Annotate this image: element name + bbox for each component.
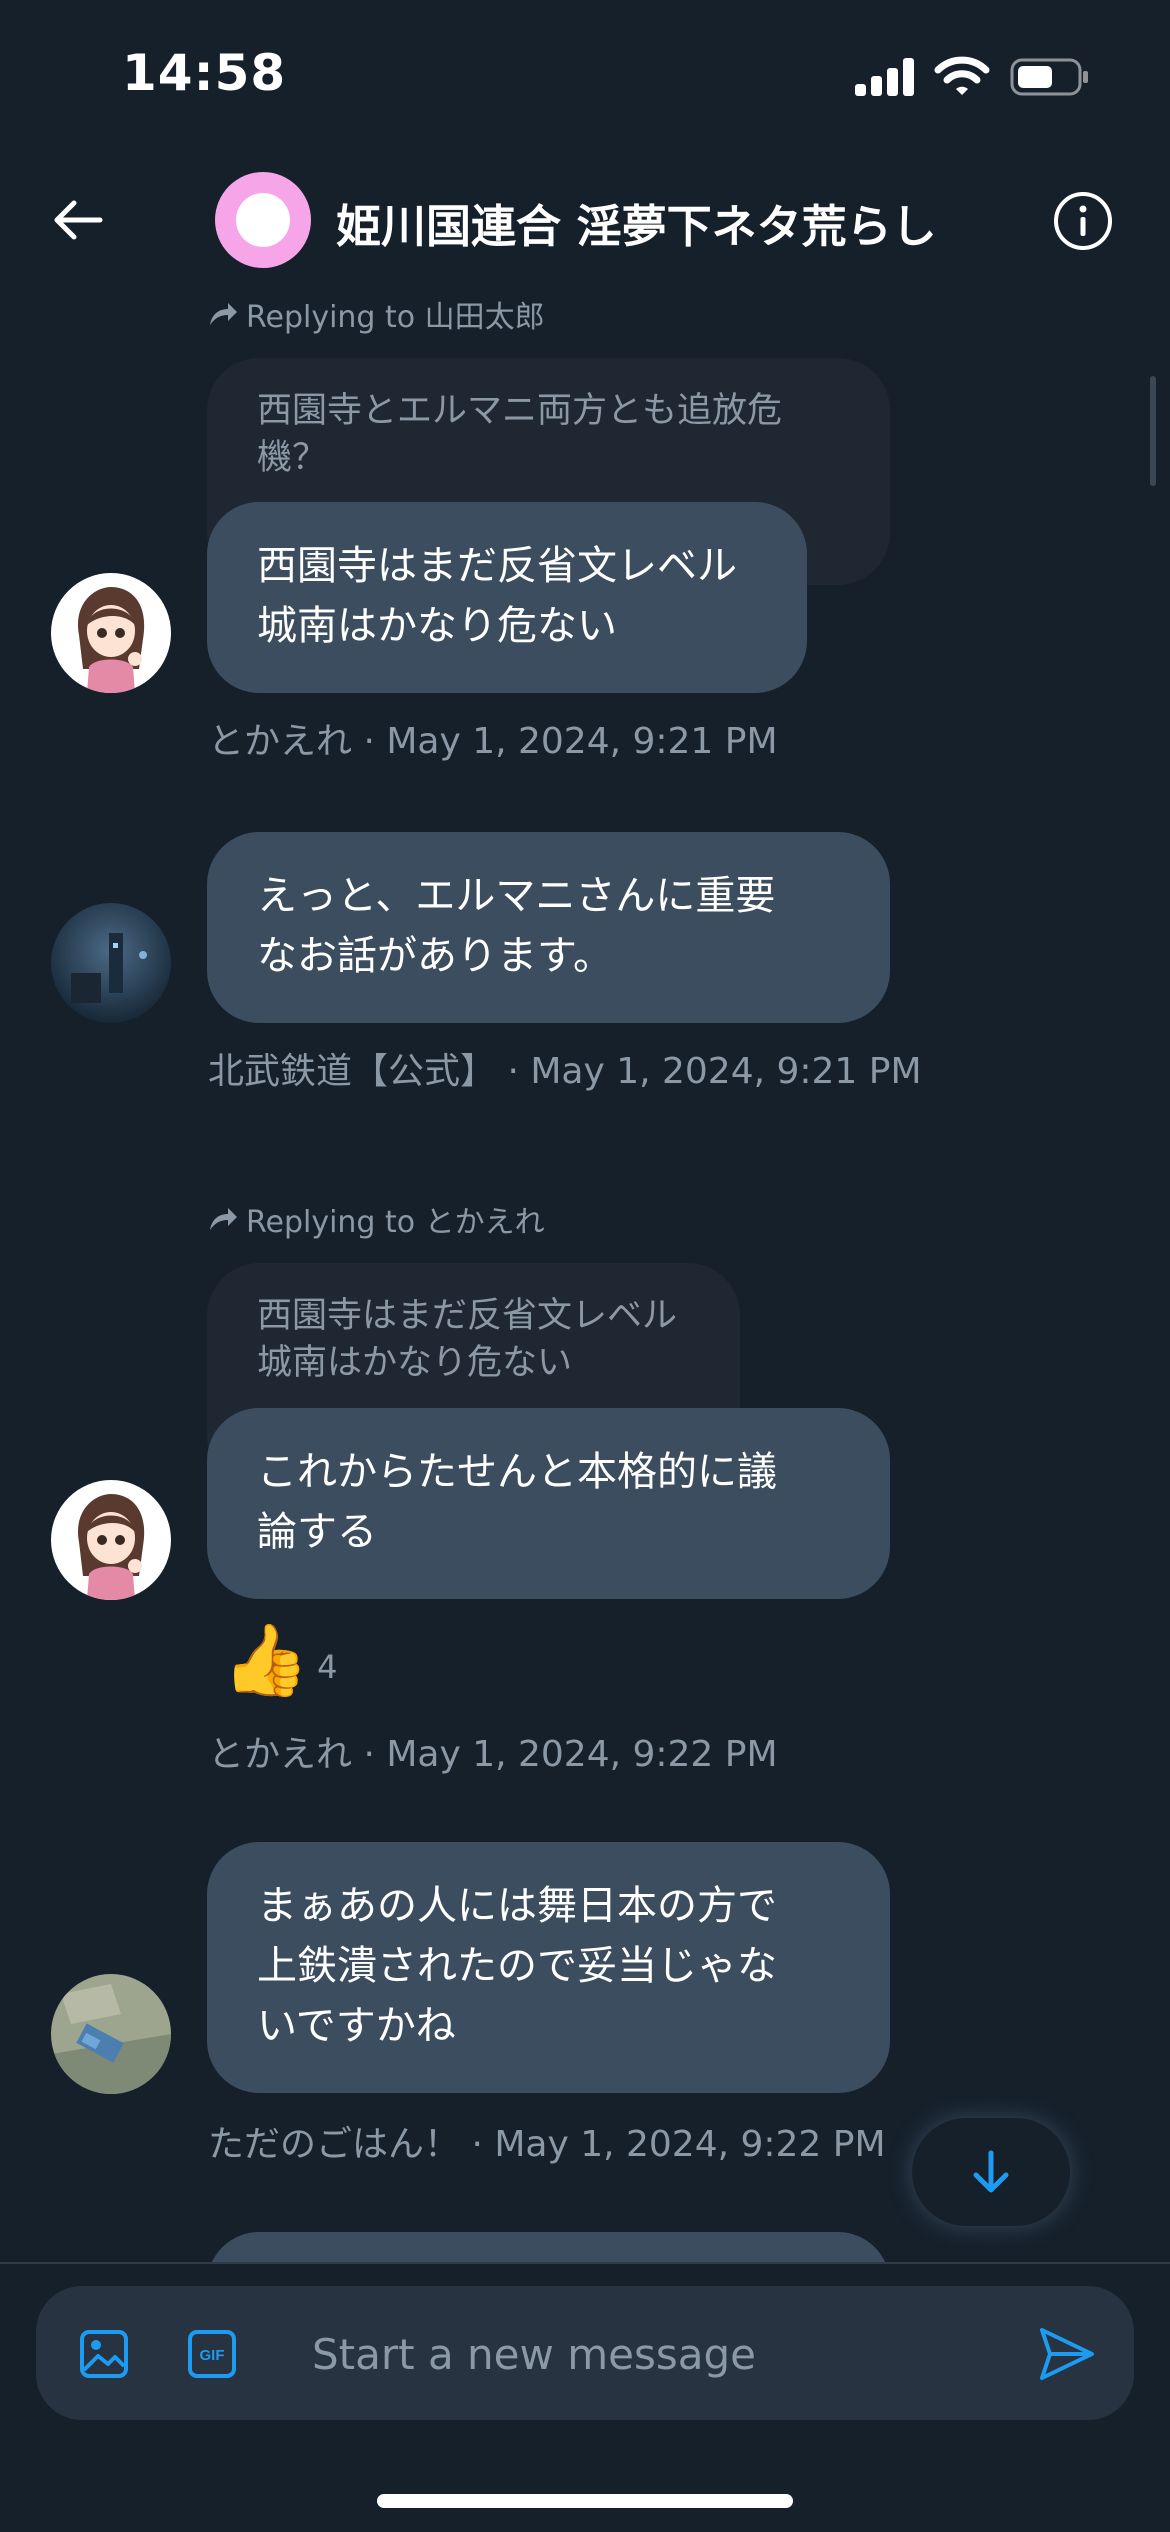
avatar[interactable] [51, 1480, 171, 1600]
reply-indicator: Replying to とかえれ [208, 1197, 545, 1241]
wifi-icon [934, 56, 990, 95]
reaction[interactable]: 👍 4 [222, 1620, 338, 1700]
message-line: これからたせんと本格的に議 [257, 1449, 777, 1495]
composer-area: GIF [0, 2262, 1170, 2532]
avatar[interactable] [51, 1974, 171, 2094]
avatar[interactable] [51, 903, 171, 1023]
message-meta: とかえれ · May 1, 2024, 9:21 PM [208, 721, 778, 762]
arrow-down-icon [973, 2150, 1009, 2193]
message-meta: 北武鉄道【公式】 · May 1, 2024, 9:21 PM [208, 1051, 922, 1092]
anime-girl-avatar [51, 573, 171, 693]
back-button[interactable] [48, 190, 108, 250]
message-bubble[interactable]: えっと、エルマニさんに重要 なお話があります。 [207, 832, 890, 1023]
cellular-signal-icon [855, 58, 915, 96]
home-indicator[interactable] [377, 2494, 793, 2508]
message-bubble[interactable]: これからたせんと本格的に議 論する [207, 1408, 890, 1599]
message-line: 論する [257, 1509, 377, 1555]
gif-icon[interactable]: GIF [186, 2328, 238, 2380]
scroll-to-bottom-button[interactable] [912, 2118, 1070, 2226]
reply-indicator: Replying to 山田太郎 [208, 292, 545, 336]
reply-arrow-icon [210, 303, 237, 325]
thumbs-up-reaction: 👍 [222, 1619, 310, 1701]
message-bubble[interactable]: まぁあの人には舞日本の方で 上鉄潰されたので妥当じゃな いですかね [207, 1842, 890, 2093]
avatar[interactable] [51, 573, 171, 693]
reply-arrow-icon [210, 1208, 237, 1230]
quoted-line: 西園寺とエルマニ両方とも追放危 [257, 391, 783, 431]
message-bubble[interactable]: 西園寺はまだ反省文レベル 城南はかなり危ない [207, 502, 807, 693]
status-time: 14:58 [122, 44, 287, 102]
message-line: 西園寺はまだ反省文レベル [257, 543, 737, 589]
message-composer: GIF [36, 2286, 1134, 2420]
message-meta: ただのごはん！ · May 1, 2024, 9:22 PM [208, 2124, 886, 2165]
night-scene-avatar [51, 903, 171, 1023]
send-icon[interactable] [1038, 2326, 1096, 2382]
aerial-photo-avatar [51, 1974, 171, 2094]
quoted-line: 機？ [257, 438, 328, 478]
message-line: 城南はかなり危ない [257, 603, 617, 649]
message-meta: とかえれ · May 1, 2024, 9:22 PM [208, 1734, 778, 1775]
image-icon[interactable] [78, 2328, 130, 2380]
reply-label: Replying to 山田太郎 [246, 300, 545, 335]
quoted-line: 西園寺はまだ反省文レベル [257, 1296, 678, 1336]
scrollbar[interactable] [1150, 376, 1156, 486]
arrow-left-icon [54, 200, 103, 240]
reaction-count: 4 [317, 1648, 338, 1686]
message-line: 上鉄潰されたので妥当じゃな [257, 1943, 777, 1989]
gif-label: GIF [200, 2347, 225, 2364]
reply-label: Replying to とかえれ [246, 1205, 545, 1240]
group-avatar[interactable] [215, 172, 311, 268]
message-line: いですかね [257, 2003, 456, 2049]
conversation-title[interactable]: 姫川国連合 淫夢下ネタ荒らし [336, 190, 937, 255]
conversation-header: 姫川国連合 淫夢下ネタ荒らし [0, 150, 1170, 290]
message-line: なお話があります。 [257, 933, 613, 979]
message-input[interactable] [312, 2316, 1012, 2392]
battery-icon [1010, 58, 1088, 96]
dm-conversation-screen: 14:58 姫川国連合 淫夢下ネタ荒らし Replying to 山田太郎 西園… [0, 0, 1170, 2532]
message-line: まぁあの人には舞日本の方で [257, 1883, 777, 1929]
quoted-line: 城南はかなり危ない [257, 1343, 573, 1383]
anime-girl-avatar [51, 1480, 171, 1600]
info-icon[interactable] [1052, 190, 1114, 252]
message-line: えっと、エルマニさんに重要 [257, 873, 776, 919]
